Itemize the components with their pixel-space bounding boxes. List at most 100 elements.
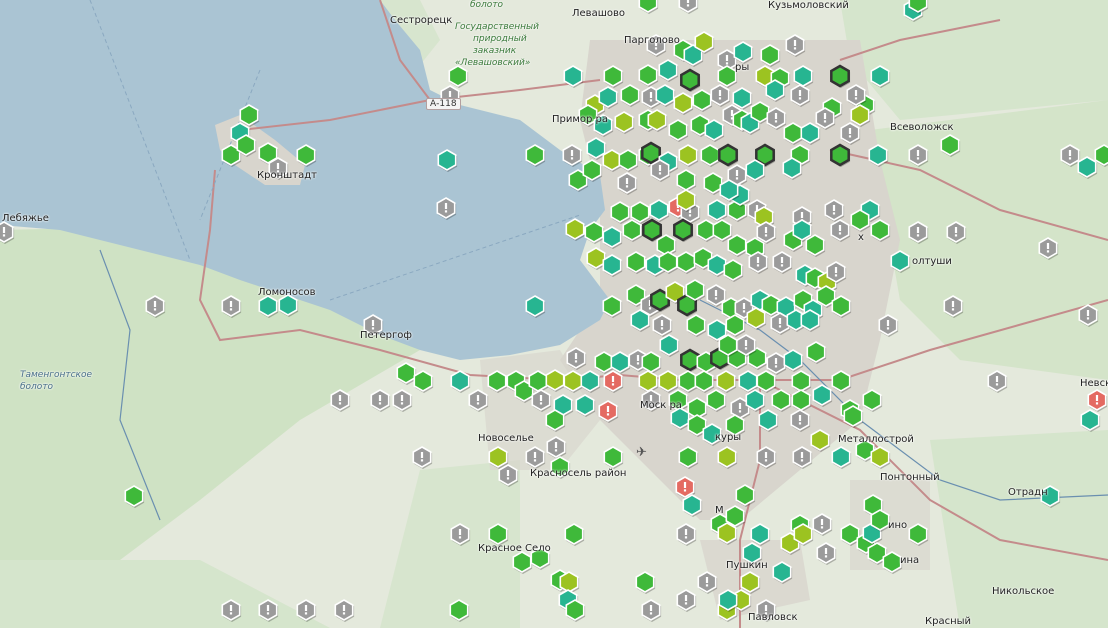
exclamation-icon bbox=[764, 227, 768, 237]
label-levashovsky-reserve-line-0: Государственный bbox=[455, 22, 540, 32]
label-kuzmolovsky: Кузьмоловский bbox=[768, 0, 849, 11]
exclamation-icon bbox=[916, 150, 920, 160]
exclamation-icon bbox=[838, 225, 842, 235]
exclamation-icon bbox=[420, 452, 424, 462]
label-kh: х bbox=[858, 232, 864, 243]
label-levashovsky-reserve-line-1: природный bbox=[473, 34, 527, 44]
exclamation-icon bbox=[611, 376, 615, 386]
exclamation-icon bbox=[764, 452, 768, 462]
label-m: М bbox=[715, 505, 724, 516]
exclamation-icon bbox=[658, 165, 662, 175]
exclamation-icon bbox=[738, 403, 742, 413]
exclamation-icon bbox=[725, 55, 729, 65]
label-levashovsky-reserve-line-2: заказник bbox=[473, 46, 517, 56]
exclamation-icon bbox=[371, 320, 375, 330]
exclamation-icon bbox=[742, 303, 746, 313]
label-pontonny: Понтонный bbox=[880, 472, 940, 483]
exclamation-icon bbox=[798, 415, 802, 425]
exclamation-icon bbox=[684, 529, 688, 539]
label-vsevolozhsk: Всеволожск bbox=[890, 122, 954, 133]
label-pavlovsk: Павловск bbox=[748, 612, 798, 623]
exclamation-icon bbox=[834, 267, 838, 277]
exclamation-icon bbox=[304, 605, 308, 615]
exclamation-icon bbox=[718, 90, 722, 100]
exclamation-icon bbox=[1068, 150, 1072, 160]
exclamation-icon bbox=[444, 203, 448, 213]
label-nikolskoye: Никольское bbox=[992, 586, 1055, 597]
label-tamengontskoye-swamp-line-1: болото bbox=[20, 382, 54, 392]
exclamation-icon bbox=[574, 353, 578, 363]
exclamation-icon bbox=[570, 150, 574, 160]
exclamation-icon bbox=[848, 128, 852, 138]
label-krasnoye-selo: Красное Село bbox=[478, 543, 551, 554]
exclamation-icon bbox=[714, 290, 718, 300]
label-otradnoye: Отрадн bbox=[1008, 487, 1048, 498]
exclamation-icon bbox=[735, 170, 739, 180]
exclamation-icon bbox=[800, 452, 804, 462]
label-koltushi: олтуши bbox=[912, 256, 952, 267]
label-ina: ина bbox=[900, 555, 920, 566]
exclamation-icon bbox=[820, 519, 824, 529]
exclamation-icon bbox=[229, 605, 233, 615]
exclamation-icon bbox=[824, 548, 828, 558]
label-pushkin: Пушкин bbox=[726, 560, 768, 571]
exclamation-icon bbox=[400, 395, 404, 405]
exclamation-icon bbox=[778, 318, 782, 328]
label-pargolovo: Парголово bbox=[624, 35, 680, 46]
exclamation-icon bbox=[832, 205, 836, 215]
label-kupchino: куры bbox=[715, 432, 742, 443]
exclamation-icon bbox=[533, 452, 537, 462]
exclamation-icon bbox=[2, 227, 6, 237]
exclamation-icon bbox=[756, 257, 760, 267]
exclamation-icon bbox=[539, 395, 543, 405]
exclamation-icon bbox=[780, 257, 784, 267]
label-sestroretsk: Сестрорецк bbox=[390, 15, 453, 26]
city-map[interactable]: ✈ bbox=[0, 0, 1108, 628]
label-peterhof: Петергоф bbox=[360, 330, 412, 341]
exclamation-icon bbox=[649, 605, 653, 615]
exclamation-icon bbox=[649, 92, 653, 102]
exclamation-icon bbox=[458, 529, 462, 539]
exclamation-icon bbox=[266, 605, 270, 615]
label-krasny: Красный bbox=[925, 616, 972, 627]
exclamation-icon bbox=[660, 320, 664, 330]
label-krasnoselsky: Красносель район bbox=[530, 468, 627, 479]
label-levashovsky-reserve-line-3: «Левашовский» bbox=[455, 58, 531, 68]
exclamation-icon bbox=[683, 482, 687, 492]
exclamation-icon bbox=[744, 340, 748, 350]
exclamation-icon bbox=[798, 90, 802, 100]
exclamation-icon bbox=[378, 395, 382, 405]
exclamation-icon bbox=[793, 40, 797, 50]
exclamation-icon bbox=[625, 178, 629, 188]
exclamation-icon bbox=[476, 395, 480, 405]
exclamation-icon bbox=[995, 376, 999, 386]
label-levashovo: Левашово bbox=[572, 8, 625, 19]
label-ry: ры bbox=[735, 62, 750, 73]
label-novoselye: Новоселье bbox=[478, 433, 534, 444]
label-primorsky: Примор ра bbox=[552, 114, 609, 125]
label-kolpino: ино bbox=[888, 520, 908, 531]
exclamation-icon bbox=[886, 320, 890, 330]
exclamation-icon bbox=[342, 605, 346, 615]
exclamation-icon bbox=[951, 301, 955, 311]
label-nevsky: Невск bbox=[1080, 378, 1108, 389]
exclamation-icon bbox=[823, 113, 827, 123]
airport-icon: ✈ bbox=[636, 445, 647, 460]
exclamation-icon bbox=[153, 301, 157, 311]
exclamation-icon bbox=[554, 442, 558, 452]
exclamation-icon bbox=[506, 470, 510, 480]
exclamation-icon bbox=[774, 358, 778, 368]
exclamation-icon bbox=[705, 577, 709, 587]
exclamation-icon bbox=[854, 90, 858, 100]
label-metallostroy: Металлострой bbox=[838, 434, 914, 445]
exclamation-icon bbox=[606, 406, 610, 416]
exclamation-icon bbox=[1086, 310, 1090, 320]
label-kronstadt: Кронштадт bbox=[257, 170, 317, 181]
label-tamengontskoye-swamp-line-0: Таменгонтское bbox=[20, 370, 93, 380]
exclamation-icon bbox=[229, 301, 233, 311]
exclamation-icon bbox=[338, 395, 342, 405]
label-moskovsky: Моск ра bbox=[640, 400, 682, 411]
road-shield-a118: А-118 bbox=[426, 98, 461, 110]
label-lebyazhye: Лебяжье bbox=[2, 213, 49, 224]
exclamation-icon bbox=[1095, 395, 1099, 405]
